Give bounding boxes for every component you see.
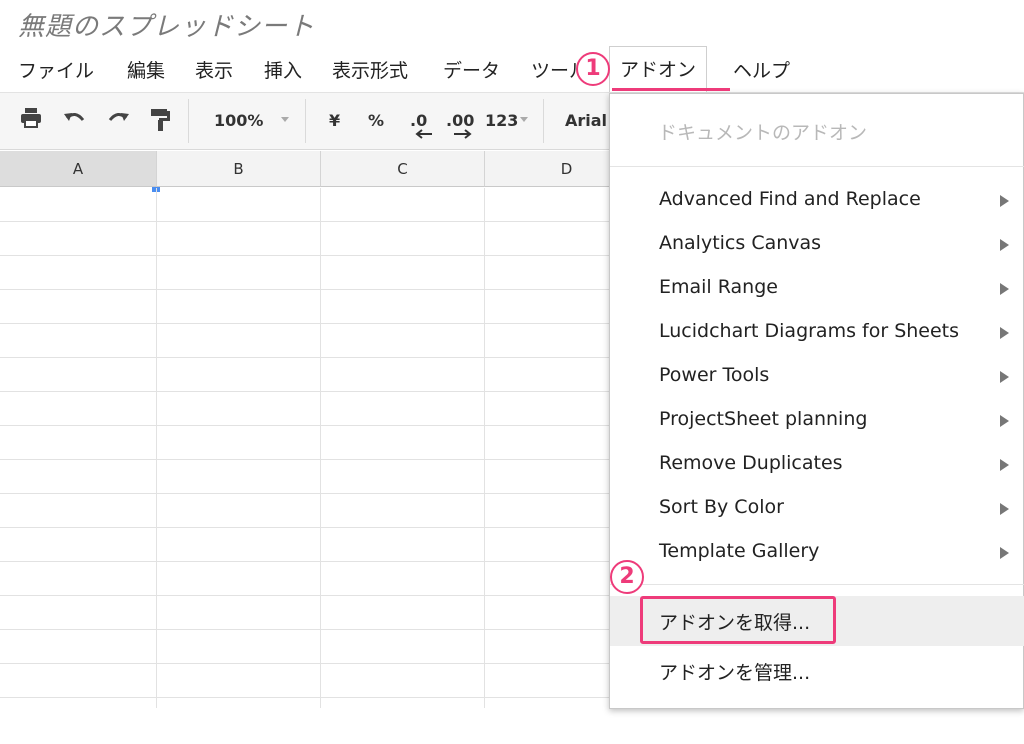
submenu-arrow-icon (1000, 371, 1009, 383)
menu-view[interactable]: 表示 (195, 56, 233, 83)
addon-item-advanced-find-replace[interactable]: Advanced Find and Replace (610, 180, 1024, 220)
submenu-arrow-icon (1000, 195, 1009, 207)
percent-format-button[interactable]: % (368, 111, 384, 130)
printer-icon[interactable] (16, 107, 46, 135)
increase-decimal-button[interactable]: .00 (446, 111, 474, 130)
menu-file[interactable]: ファイル (18, 56, 94, 83)
addon-item-label: Email Range (659, 276, 778, 298)
addon-item-label: Sort By Color (659, 496, 784, 518)
addon-item-label: Remove Duplicates (659, 452, 843, 474)
addon-item-label: Power Tools (659, 364, 770, 386)
addon-item-analytics-canvas[interactable]: Analytics Canvas (610, 224, 1024, 264)
redo-icon[interactable] (103, 107, 133, 135)
submenu-arrow-icon (1000, 547, 1009, 559)
menu-format[interactable]: 表示形式 (332, 56, 408, 83)
decrease-decimal-button[interactable]: .0 (410, 111, 427, 130)
submenu-arrow-icon (1000, 415, 1009, 427)
menu-addons[interactable]: アドオン (609, 46, 708, 92)
addon-item-lucidchart[interactable]: Lucidchart Diagrams for Sheets (610, 312, 1024, 352)
addon-item-label: Advanced Find and Replace (659, 188, 921, 210)
submenu-arrow-icon (1000, 327, 1009, 339)
paint-format-icon[interactable] (145, 107, 175, 135)
addon-item-label: Analytics Canvas (659, 232, 822, 254)
number-format-select[interactable]: 123 (485, 111, 518, 130)
addons-menu-header: ドキュメントのアドオン (658, 122, 868, 144)
undo-icon[interactable] (60, 107, 90, 135)
addon-item-power-tools[interactable]: Power Tools (610, 356, 1024, 396)
submenu-arrow-icon (1000, 503, 1009, 515)
addon-item-label: Lucidchart Diagrams for Sheets (659, 320, 960, 342)
addon-item-sort-by-color[interactable]: Sort By Color (610, 488, 1024, 528)
addon-item-template-gallery[interactable]: Template Gallery (610, 532, 1024, 572)
menu-help[interactable]: ヘルプ (733, 56, 790, 83)
column-header-c[interactable]: C (321, 151, 485, 187)
addon-item-label: Template Gallery (659, 540, 820, 562)
menu-insert[interactable]: 挿入 (264, 56, 302, 83)
document-title[interactable]: 無題のスプレッドシート (18, 6, 315, 43)
addon-item-label: ProjectSheet planning (659, 408, 868, 430)
step-1-badge: 1 (576, 52, 610, 86)
arrow-left-icon (415, 129, 432, 139)
cell-grid[interactable] (0, 188, 612, 708)
zoom-select[interactable]: 100% (214, 111, 263, 130)
menu-edit[interactable]: 編集 (127, 56, 165, 83)
step-2-badge: 2 (610, 560, 644, 594)
submenu-arrow-icon (1000, 459, 1009, 471)
manage-addons-item[interactable]: アドオンを管理... (610, 648, 1024, 688)
submenu-arrow-icon (1000, 283, 1009, 295)
addon-item-email-range[interactable]: Email Range (610, 268, 1024, 308)
annotation-highlight-box (640, 596, 836, 644)
annotation-underline (612, 88, 730, 91)
arrow-right-icon (454, 129, 472, 139)
menu-bar: ファイル 編集 表示 挿入 表示形式 データ ツール アドオン ヘルプ (0, 46, 1024, 92)
column-header-b[interactable]: B (157, 151, 321, 187)
menu-data[interactable]: データ (443, 56, 500, 83)
font-select[interactable]: Arial (565, 111, 607, 130)
addon-item-remove-duplicates[interactable]: Remove Duplicates (610, 444, 1024, 484)
manage-addons-label: アドオンを管理... (659, 662, 811, 684)
column-header-a[interactable]: A (0, 151, 157, 187)
addon-item-projectsheet[interactable]: ProjectSheet planning (610, 400, 1024, 440)
currency-format-button[interactable]: ¥ (329, 111, 340, 130)
submenu-arrow-icon (1000, 239, 1009, 251)
